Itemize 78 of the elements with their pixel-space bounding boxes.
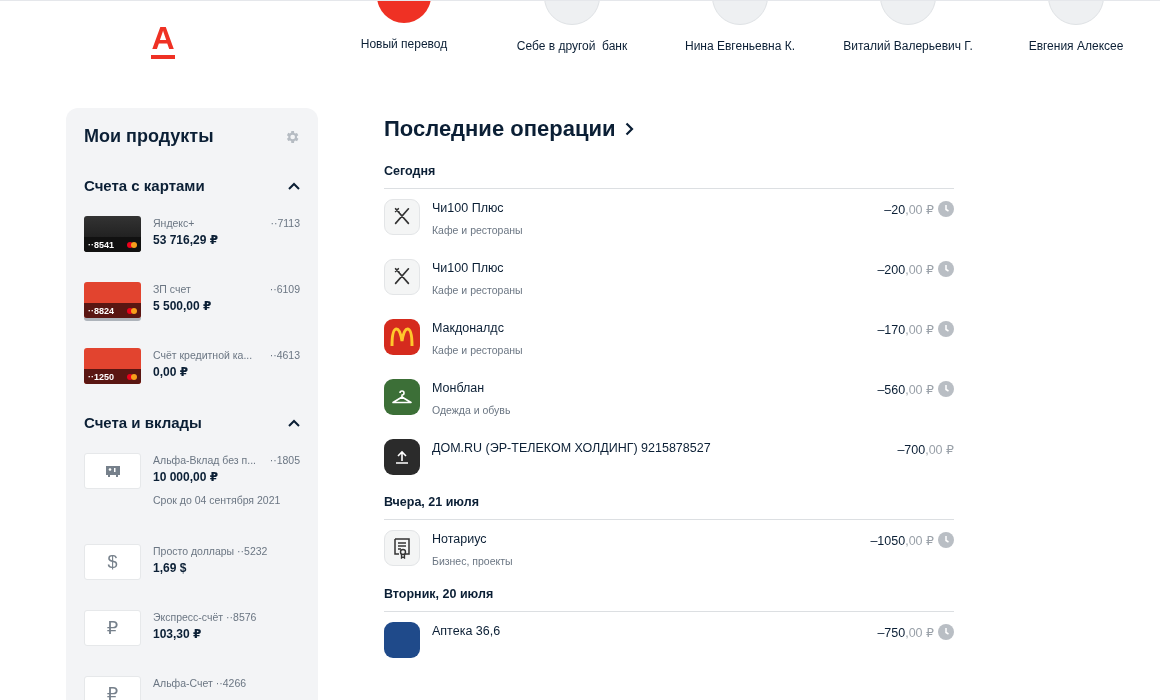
operation-amount: –750,00 ₽ bbox=[877, 625, 934, 640]
currency-tile[interactable]: $ bbox=[84, 544, 141, 580]
merchant-category: Кафе и рестораны bbox=[432, 344, 524, 356]
chevron-up-icon[interactable] bbox=[288, 418, 300, 427]
bank-logo[interactable]: А bbox=[143, 21, 183, 65]
account-balance: 53 716,29 ₽ bbox=[153, 233, 220, 247]
products-title: Мои продукты bbox=[84, 126, 214, 147]
card-number: ··8541 bbox=[88, 239, 114, 250]
account-balance: 5 500,00 ₽ bbox=[153, 299, 213, 313]
transfer-label[interactable]: Нина Евгеньевна К. bbox=[684, 39, 796, 53]
account-number: ··6109 bbox=[269, 283, 300, 295]
account-name: ЗП счет bbox=[153, 283, 191, 295]
account-number: ··1805 bbox=[269, 454, 300, 466]
operation-amount: –20,00 ₽ bbox=[884, 202, 934, 217]
account-number: ··7113 bbox=[270, 217, 300, 229]
account-name: Альфа-Счет ··4266 bbox=[153, 677, 247, 689]
card-image[interactable]: ··8824 bbox=[84, 282, 141, 318]
card-image[interactable]: ··8541 bbox=[84, 216, 141, 252]
day-heading: Сегодня bbox=[384, 164, 954, 189]
currency-tile[interactable]: ₽ bbox=[84, 610, 141, 646]
merchant-category: Кафе и рестораны bbox=[432, 224, 524, 236]
deposit-tile[interactable] bbox=[84, 453, 141, 489]
account-name: Счёт кредитной ка... bbox=[153, 349, 253, 361]
merchant-name[interactable]: Чи100 Плюс bbox=[432, 201, 873, 215]
account-number: ··4613 bbox=[269, 349, 300, 361]
document-icon bbox=[392, 537, 412, 559]
merchant-name[interactable]: Чи100 Плюс bbox=[432, 261, 866, 275]
merchant-category: Кафе и рестораны bbox=[432, 284, 524, 296]
day-heading: Вторник, 20 июля bbox=[384, 587, 954, 612]
account-balance: 10 000,00 ₽ bbox=[153, 470, 220, 484]
merchant-icon bbox=[384, 622, 420, 658]
hanger-icon bbox=[391, 389, 413, 405]
operation-amount: –200,00 ₽ bbox=[877, 262, 934, 277]
card-image[interactable]: ··1250 bbox=[84, 348, 141, 384]
chevron-right-icon[interactable] bbox=[625, 122, 635, 136]
transfer-label[interactable]: Новый перевод bbox=[360, 37, 448, 51]
clock-icon bbox=[938, 201, 954, 217]
merchant-name[interactable]: ДОМ.RU (ЭР-ТЕЛЕКОМ ХОЛДИНГ) 9215878527 bbox=[432, 441, 886, 455]
operations-title[interactable]: Последние операции bbox=[384, 116, 616, 142]
currency-tile[interactable]: ₽ bbox=[84, 676, 141, 700]
account-name: Альфа-Вклад без п... bbox=[153, 454, 256, 466]
chevron-up-icon[interactable] bbox=[288, 181, 300, 190]
account-balance: 103,30 ₽ bbox=[153, 627, 203, 641]
clock-icon bbox=[938, 321, 954, 337]
group-title[interactable]: Счета с картами bbox=[84, 177, 205, 194]
card-number: ··8824 bbox=[88, 305, 114, 316]
day-heading: Вчера, 21 июля bbox=[384, 495, 954, 520]
card-network-icon bbox=[127, 241, 137, 248]
merchant-name[interactable]: Макдоналдс bbox=[432, 321, 866, 335]
clock-icon bbox=[938, 532, 954, 548]
account-name: Яндекс+ bbox=[153, 217, 195, 229]
card-network-icon bbox=[127, 307, 137, 314]
merchant-name[interactable]: Аптека 36,6 bbox=[432, 624, 866, 638]
safe-icon bbox=[104, 465, 121, 477]
transfer-label[interactable]: Виталий Валерьевич Г. bbox=[843, 39, 973, 53]
operation-amount: –1050,00 ₽ bbox=[870, 533, 934, 548]
account-name: Просто доллары ··5232 bbox=[153, 545, 268, 557]
merchant-category: Одежда и обувь bbox=[432, 404, 512, 416]
merchant-category: Бизнес, проекты bbox=[432, 555, 514, 567]
operation-amount: –560,00 ₽ bbox=[877, 382, 934, 397]
merchant-name[interactable]: Монблан bbox=[432, 381, 866, 395]
card-number: ··1250 bbox=[88, 371, 114, 382]
clock-icon bbox=[938, 624, 954, 640]
group-title[interactable]: Счета и вклады bbox=[84, 414, 202, 431]
operation-amount: –170,00 ₽ bbox=[877, 322, 934, 337]
transfer-label[interactable]: Себе в другой банк bbox=[516, 39, 628, 53]
account-balance: 0,00 ₽ bbox=[153, 365, 190, 379]
transfer-label[interactable]: Евгения Алексее bbox=[1028, 39, 1124, 53]
arches-logo-icon bbox=[390, 327, 414, 347]
deposit-term: Срок до 04 сентября 2021 bbox=[153, 494, 282, 506]
account-balance: 1,69 $ bbox=[153, 561, 188, 575]
clock-icon bbox=[938, 261, 954, 277]
card-network-icon bbox=[127, 373, 137, 380]
account-name: Экспресс-счёт ··8576 bbox=[153, 611, 257, 623]
clock-icon bbox=[938, 381, 954, 397]
merchant-name[interactable]: Нотариус bbox=[432, 532, 859, 546]
upload-icon bbox=[394, 449, 410, 465]
operation-amount: –700,00 ₽ bbox=[897, 442, 954, 457]
